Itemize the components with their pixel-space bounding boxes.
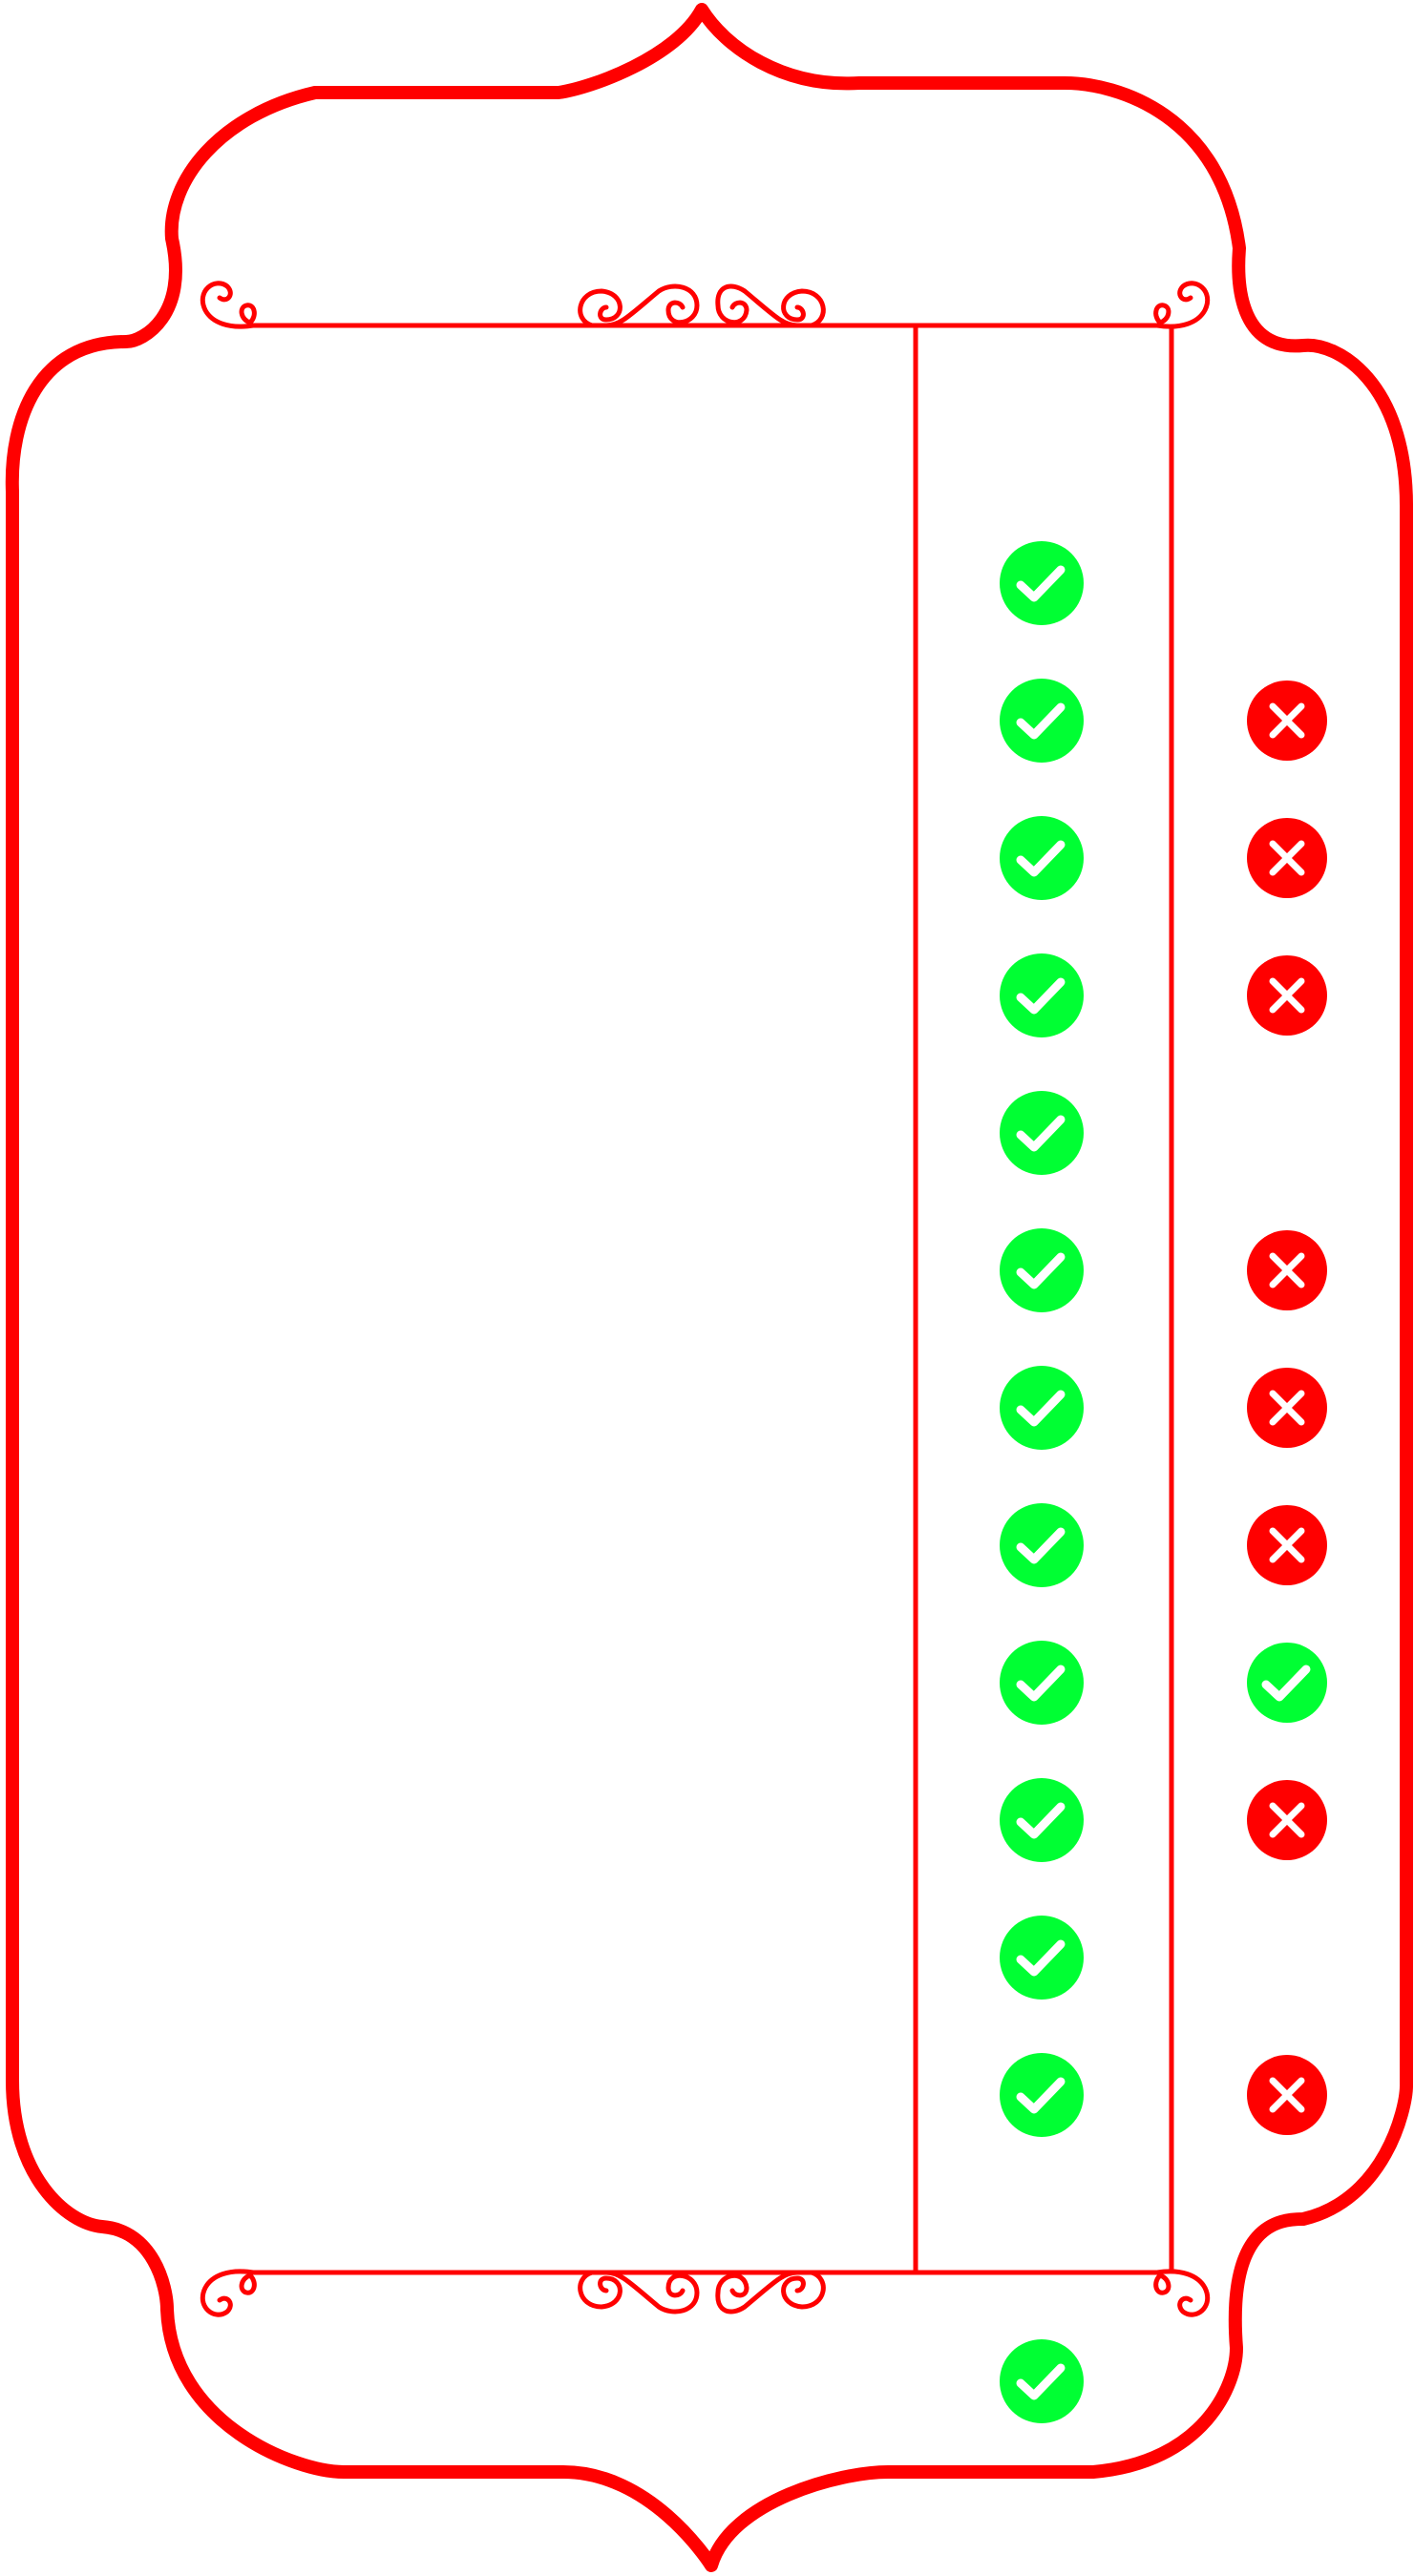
cross-circle-icon bbox=[1247, 1368, 1327, 1448]
check-circle-icon bbox=[1000, 1091, 1084, 1175]
cross-circle-icon bbox=[1247, 1230, 1327, 1310]
check-circle-icon bbox=[1000, 1916, 1084, 2000]
check-circle-icon bbox=[1000, 816, 1084, 900]
cross-circle-icon bbox=[1247, 818, 1327, 898]
bottom-flourish bbox=[200, 2269, 1210, 2317]
check-circle-icon bbox=[1000, 1641, 1084, 1725]
check-circle-icon bbox=[1000, 1503, 1084, 1587]
check-circle-icon bbox=[1000, 541, 1084, 625]
check-circle-icon bbox=[1000, 2339, 1084, 2423]
decorative-frame bbox=[5, 3, 1413, 2572]
marks-layer bbox=[1000, 541, 1327, 2423]
check-circle-icon bbox=[1000, 1366, 1084, 1450]
check-circle-icon bbox=[1000, 1778, 1084, 1862]
outer-border bbox=[5, 3, 1413, 2572]
cross-circle-icon bbox=[1247, 1505, 1327, 1585]
cross-circle-icon bbox=[1247, 955, 1327, 1036]
check-circle-icon bbox=[1247, 1643, 1327, 1723]
cross-circle-icon bbox=[1247, 681, 1327, 761]
check-circle-icon bbox=[1000, 2053, 1084, 2137]
comparison-card bbox=[0, 0, 1414, 2576]
cross-circle-icon bbox=[1247, 1780, 1327, 1860]
top-flourish bbox=[200, 281, 1210, 329]
cross-circle-icon bbox=[1247, 2055, 1327, 2135]
check-circle-icon bbox=[1000, 953, 1084, 1037]
check-circle-icon bbox=[1000, 679, 1084, 763]
check-circle-icon bbox=[1000, 1228, 1084, 1312]
